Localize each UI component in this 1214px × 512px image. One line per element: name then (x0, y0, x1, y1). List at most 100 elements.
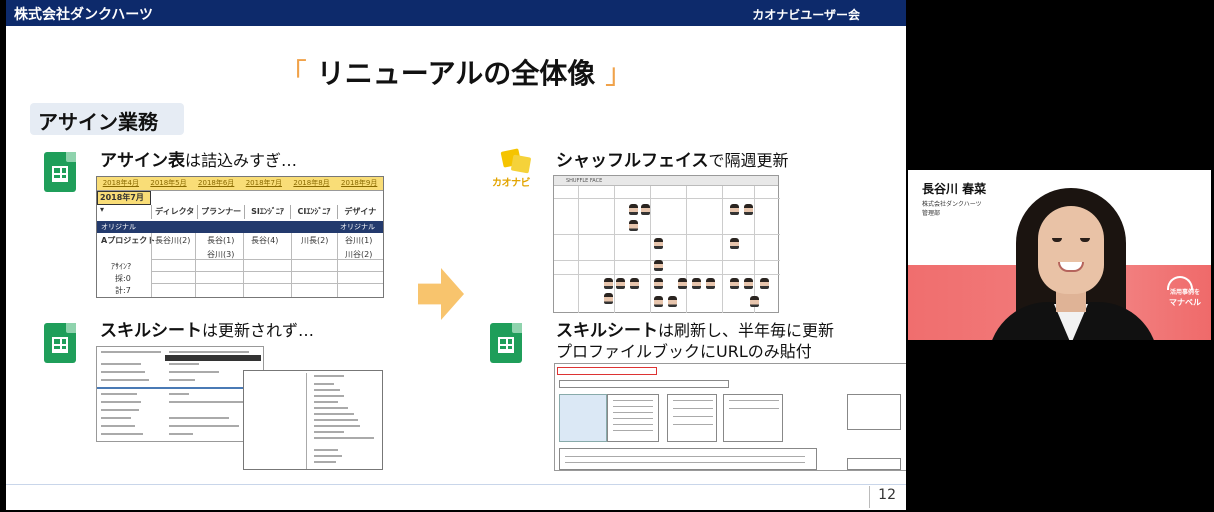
new-skill-caption-line2: プロファイルブックにURLのみ貼付 (556, 342, 812, 361)
avatar (604, 293, 613, 304)
notes-box (847, 458, 901, 470)
text-line (673, 424, 713, 425)
text-line (101, 401, 141, 403)
speaker-name: 長谷川 春菜 (922, 182, 987, 196)
text-line (613, 412, 653, 413)
assign-caption: アサイン表は詰込みすぎ… (100, 151, 297, 171)
month-cell: 2018年4月 (102, 179, 139, 187)
text-line (565, 456, 805, 457)
avatar (744, 278, 753, 289)
avatar (654, 278, 663, 289)
avatar (629, 220, 638, 231)
skill-table (723, 394, 783, 442)
text-line (169, 425, 239, 427)
text-line (169, 417, 229, 419)
avatar (654, 238, 663, 249)
month-cell: 2018年9月 (341, 179, 378, 187)
text-line (673, 416, 713, 417)
avatar (730, 204, 739, 215)
avatar (750, 296, 759, 307)
text-line (101, 363, 141, 365)
google-sheets-icon (44, 152, 76, 192)
table-divider (195, 233, 196, 297)
text-line (314, 425, 360, 427)
table-divider (151, 271, 383, 272)
assignee-cell: 長谷川(2) (155, 236, 191, 245)
category-cell (559, 394, 607, 442)
avatar (654, 260, 663, 271)
text-line (169, 393, 189, 395)
grid-line (614, 186, 615, 313)
table-divider (291, 233, 292, 297)
close-bracket: 」 (605, 57, 634, 90)
text-line (101, 351, 161, 353)
speaker-company: 株式会社ダンクハーツ (922, 201, 982, 208)
text-line (613, 418, 653, 419)
kaonavi-logo: カオナビ (492, 148, 538, 190)
shuffle-face-header: SHUFFLE FACE (554, 176, 778, 186)
table-divider (151, 259, 383, 260)
old-skill-caption-rest: は更新されず… (202, 321, 315, 340)
presentation-slide: 株式会社ダンクハーツ カオナビユーザー会 「 リニューアルの全体像 」 アサイン… (6, 0, 906, 510)
text-line (673, 408, 713, 409)
speaker-video-panel: 長谷川 春菜 株式会社ダンクハーツ 管理部 活用事例を マナベル (908, 170, 1211, 340)
text-line (169, 363, 199, 365)
text-line (101, 371, 145, 373)
text-line (101, 393, 137, 395)
grid-line (554, 234, 780, 235)
text-line (314, 431, 344, 433)
table-divider (151, 283, 383, 284)
new-skill-caption-rest: は刷新し、半年毎に更新 (658, 321, 835, 340)
assign-caption-bold: アサイン表 (100, 151, 185, 171)
text-line (613, 406, 653, 407)
shuffle-caption: シャッフルフェイスで隔週更新 (556, 151, 789, 171)
grid-line (754, 186, 755, 313)
row-label: ｱｻｲﾝ? (111, 262, 132, 271)
section-divider (97, 387, 263, 389)
old-skill-sheet-screenshot (96, 346, 264, 442)
shuffle-caption-rest: で隔週更新 (708, 151, 789, 170)
google-sheets-icon (490, 323, 522, 363)
url-field (557, 367, 657, 375)
header-row (559, 380, 729, 388)
text-line (169, 379, 195, 381)
open-bracket: 「 (278, 57, 307, 90)
role-cell: SIｴﾝｼﾞﾆｱ (243, 205, 290, 219)
slide-title: 「 リニューアルの全体像 」 (6, 52, 906, 92)
avatar (616, 278, 625, 289)
text-line (314, 407, 348, 409)
table-divider (243, 233, 244, 297)
assignee-cell: 長谷(1) (207, 236, 235, 245)
text-line (314, 395, 344, 397)
selected-month: 2018年7月 (100, 193, 144, 202)
transition-arrow-icon (418, 268, 464, 320)
slide-footer-line (6, 484, 906, 485)
project-name: Aプロジェクト (101, 236, 156, 245)
text-line (729, 408, 779, 409)
text-line (314, 419, 358, 421)
text-line (101, 433, 143, 435)
brand-logo: 活用事例を マナベル (1169, 288, 1201, 308)
shuffle-caption-bold: シャッフルフェイス (556, 151, 709, 171)
profile-book-screenshot (554, 363, 906, 471)
text-line (101, 409, 139, 411)
text-line (613, 424, 653, 425)
assignee-cell: 谷川(1) (345, 236, 373, 245)
table-divider (151, 233, 152, 297)
avatar (730, 238, 739, 249)
text-line (314, 401, 338, 403)
page-number: 12 (869, 486, 896, 508)
avatar (668, 296, 677, 307)
grid-line (554, 274, 780, 275)
old-skill-caption-bold: スキルシート (100, 321, 202, 341)
avatar (760, 278, 769, 289)
original-row: オリジナル オリジナル (97, 221, 383, 233)
history-table (559, 448, 817, 470)
month-cell: 2018年6月 (198, 179, 235, 187)
role-cell: デザイナ (336, 205, 383, 219)
old-skill-sheet-detail (243, 370, 383, 470)
row-label: 計:7 (115, 286, 131, 295)
avatar (692, 278, 701, 289)
grid-line (650, 186, 651, 313)
google-sheets-icon (44, 323, 76, 363)
